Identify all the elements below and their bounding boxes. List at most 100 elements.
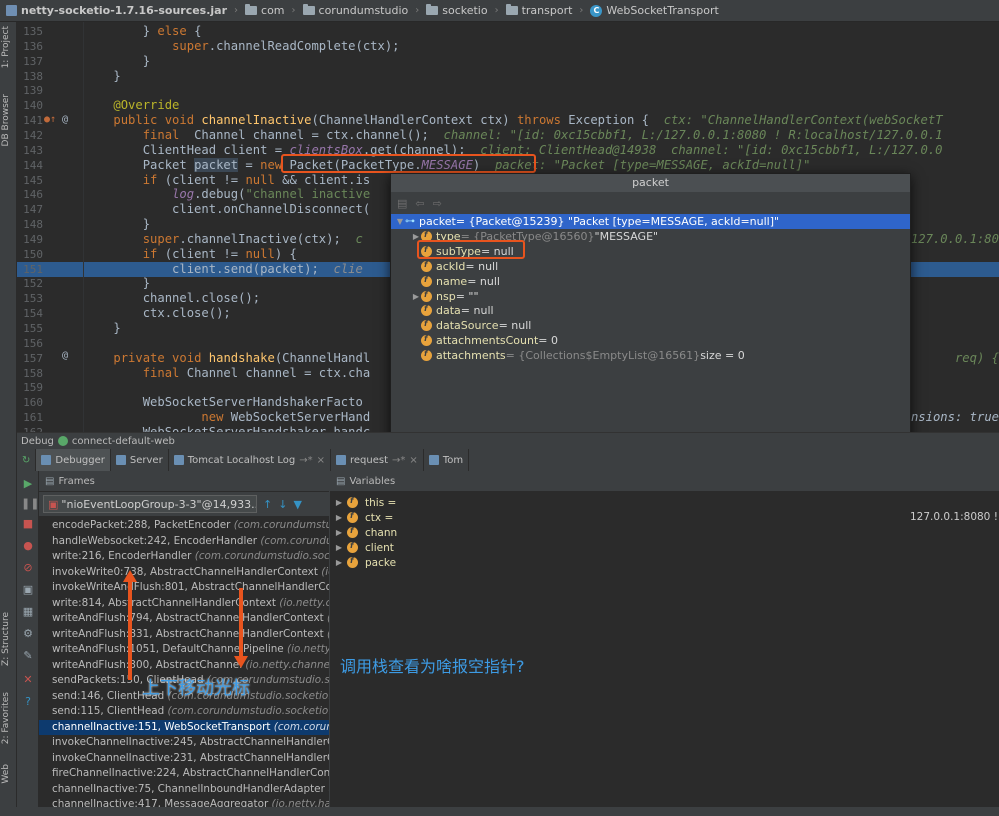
code-text: } (84, 53, 151, 68)
stack-frame-row[interactable]: write:216, EncoderHandler (com.corundums… (39, 549, 329, 565)
back-arrow-icon[interactable]: ⇦ (415, 197, 424, 210)
stack-frame-row[interactable]: writeAndFlush:794, AbstractChannelHandle… (39, 611, 329, 627)
help-icon[interactable]: ? (21, 695, 35, 709)
variable-row[interactable]: ▶ packe (334, 555, 396, 570)
field-icon (421, 260, 432, 272)
variable-tree-row[interactable]: ▶ nsp = "" (391, 289, 910, 304)
variable-name: ackId (436, 259, 466, 273)
variable-row[interactable]: ▶ this = (334, 495, 396, 510)
expand-arrow-icon[interactable]: ▶ (334, 558, 344, 567)
expand-arrow-icon[interactable]: ▶ (334, 528, 344, 537)
line-number: 154 (23, 307, 43, 321)
variable-tree-row[interactable]: data = null (391, 303, 910, 318)
mute-breakpoints-icon[interactable]: ⊘ (21, 561, 35, 575)
expand-arrow-icon[interactable]: ▶ (334, 543, 344, 552)
class-icon: C (590, 4, 603, 17)
stack-frame-row[interactable]: invokeChannelInactive:231, AbstractChann… (39, 751, 329, 767)
arrow-down-icon[interactable]: ↓ (278, 498, 287, 511)
arrow-up-icon[interactable]: ↑ (263, 498, 272, 511)
breadcrumb-item[interactable]: netty-socketio-1.7.16-sources.jar (6, 4, 227, 17)
thread-icon: ▣ (48, 497, 59, 511)
line-number: 144 (23, 158, 43, 172)
stack-frame-row[interactable]: channelInactive:75, ChannelInboundHandle… (39, 782, 329, 798)
line-number: 138 (23, 69, 43, 83)
variable-tree-row[interactable]: attachments = {Collections$EmptyList@165… (391, 348, 910, 363)
stack-frame-row[interactable]: write:814, AbstractChannelHandlerContext… (39, 596, 329, 612)
override-gutter-icon[interactable]: ●↑ (44, 114, 56, 125)
breadcrumb-item[interactable]: transport (505, 4, 572, 17)
stop-icon[interactable]: ■ (21, 517, 35, 531)
breadcrumb-item[interactable]: socketio (426, 4, 488, 17)
tab-request[interactable]: request →* × (331, 449, 424, 471)
tool-tab-1-project[interactable]: 1: Project (1, 26, 11, 68)
variable-row[interactable]: ▶ ctx = (334, 510, 393, 525)
line-number: 158 (23, 366, 43, 380)
view-breakpoints-icon[interactable]: ● (21, 539, 35, 553)
expand-arrow-icon[interactable]: ▶ (334, 498, 344, 507)
variable-tree-row[interactable]: dataSource = null (391, 318, 910, 333)
tab-debugger[interactable]: Debugger (36, 449, 111, 471)
close-tab-icon[interactable]: × (317, 455, 325, 466)
filter-icon[interactable]: ▼ (293, 498, 301, 511)
stack-frame-row[interactable]: handleWebsocket:242, EncoderHandler (com… (39, 534, 329, 550)
frames-title: Frames (58, 475, 95, 487)
rerun-icon[interactable]: ↻ (17, 449, 37, 471)
stack-frame-row[interactable]: invokeChannelInactive:245, AbstractChann… (39, 735, 329, 751)
stack-frame-row[interactable]: writeAndFlush:300, AbstractChannel (io.n… (39, 658, 329, 674)
close-icon[interactable]: ✕ (21, 673, 35, 687)
popup-title: packet (391, 174, 910, 192)
variable-icon (347, 526, 358, 538)
stack-frame-row[interactable]: invokeWrite0:738, AbstractChannelHandler… (39, 565, 329, 581)
pause-icon[interactable]: ❚❚ (21, 497, 39, 511)
stack-frame-row[interactable]: channelInactive:151, WebSocketTransport … (39, 719, 329, 735)
stack-frame-row[interactable]: writeAndFlush:1051, DefaultChannelPipeli… (39, 642, 329, 658)
settings-gear-icon[interactable]: ⚙ (21, 627, 35, 641)
expand-arrow-icon[interactable]: ▶ (411, 292, 421, 301)
resume-icon[interactable]: ▶ (21, 477, 35, 491)
thread-selector[interactable]: ▣ "nioEventLoopGroup-3-3"@14,933... ▾ (43, 495, 257, 513)
line-number: 143 (23, 143, 43, 157)
variable-tree-row[interactable]: ▼ ⊶ packet = {Packet@15239} "Packet [type=… (391, 214, 910, 229)
stack-frame-row[interactable]: writeAndFlush:831, AbstractChannelHandle… (39, 627, 329, 643)
variable-row[interactable]: ▶ client (334, 540, 394, 555)
watch-icon[interactable]: ▤ (397, 197, 407, 210)
stack-frame-row[interactable]: invokeWriteAndFlush:801, AbstractChannel… (39, 580, 329, 596)
frame-method: writeAndFlush:831, AbstractChannelHandle… (52, 627, 327, 640)
down-arrow-shaft (239, 588, 243, 660)
thread-dump-icon[interactable]: ▣ (21, 583, 35, 597)
breadcrumb-item[interactable]: C WebSocketTransport (590, 4, 719, 17)
variable-tree-row[interactable]: attachmentsCount = 0 (391, 333, 910, 348)
tool-tab-z-structure[interactable]: Z: Structure (1, 612, 11, 666)
variable-tree-row[interactable]: ackId = null (391, 259, 910, 274)
pin-icon[interactable]: ✎ (21, 649, 35, 663)
local-variable-icon: ⊶ (405, 216, 415, 227)
breadcrumb-item[interactable]: corundumstudio (302, 4, 408, 17)
breadcrumb-separator: › (415, 5, 420, 16)
tab-tom[interactable]: Tom (424, 449, 470, 471)
breadcrumb-item[interactable]: com (245, 4, 285, 17)
variable-row[interactable]: ▶ chann (334, 525, 397, 540)
debug-config-name[interactable]: connect-default-web (72, 436, 175, 447)
tool-tab-web[interactable]: Web (1, 764, 11, 784)
line-number: 151 (23, 262, 43, 276)
variable-value: = "" (455, 289, 479, 303)
tool-tab-2-favorites[interactable]: 2: Favorites (1, 692, 11, 744)
line-number: 145 (23, 173, 43, 187)
breadcrumb-separator: › (291, 5, 296, 16)
expand-arrow-icon[interactable]: ▶ (334, 513, 344, 522)
stack-frame-row[interactable]: encodePacket:288, PacketEncoder (com.cor… (39, 518, 329, 534)
stack-frame-row[interactable]: send:115, ClientHead (com.corundumstudio… (39, 704, 329, 720)
forward-arrow-icon[interactable]: ⇨ (433, 197, 442, 210)
close-tab-icon[interactable]: × (409, 455, 417, 466)
frame-method: encodePacket:288, PacketEncoder (52, 519, 234, 531)
folder-icon (505, 4, 518, 15)
restore-layout-icon[interactable]: ▦ (21, 605, 35, 619)
expand-arrow-icon[interactable]: ▼ (395, 217, 405, 226)
variable-tree-row[interactable]: name = null (391, 274, 910, 289)
tool-tab-db-browser[interactable]: DB Browser (1, 94, 11, 146)
variable-icon (347, 496, 358, 508)
tab-tomcat-localhost-log[interactable]: Tomcat Localhost Log →* × (169, 449, 332, 471)
pin-arrow-icon: →* (299, 454, 313, 466)
tab-server[interactable]: Server (111, 449, 169, 471)
stack-frame-row[interactable]: fireChannelInactive:224, AbstractChannel… (39, 766, 329, 782)
